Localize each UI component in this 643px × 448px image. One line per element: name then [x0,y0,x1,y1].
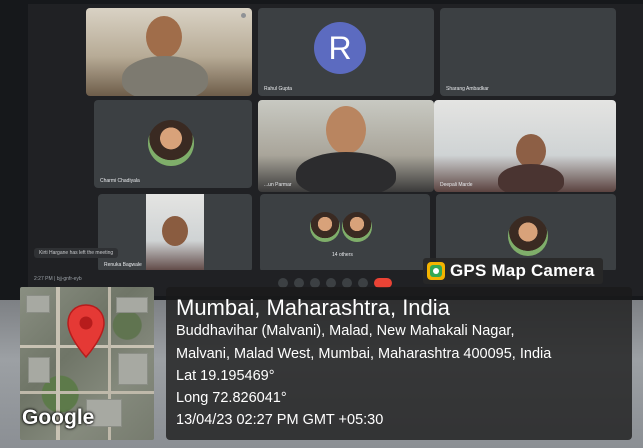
app-badge: GPS Map Camera [423,258,603,284]
google-logo: Google [22,406,95,429]
participant-name: Rahul Gupta [264,86,293,92]
avatar: R [314,22,366,74]
participant-name: Sharang Ambadkar [446,86,489,92]
meeting-screen: R Rahul Gupta Sharang Ambadkar Charmi Ch… [28,4,643,296]
avatar [508,216,548,256]
participant-name: Renuka Bagwale [104,262,142,268]
latitude: Lat 19.195469° [176,368,275,384]
participant-tile: Renuka Bagwale [98,194,252,272]
map-thumbnail: Google [20,287,154,440]
participant-count: 14 others [332,252,353,258]
location-panel: Mumbai, Maharashtra, India Buddhavihar (… [166,287,632,440]
monitor: R Rahul Gupta Sharang Ambadkar Charmi Ch… [0,0,643,300]
avatar [342,212,372,242]
participant-name: Charmi Chadiyala [100,178,140,184]
participant-tile: 14 others [260,194,430,272]
meeting-time: 2:27 PM | bjj-gnfr-eyb [34,276,82,282]
participant-name: Deepali Marde [440,182,473,188]
participant-tile [86,8,252,96]
map-pin-icon [67,304,105,359]
more-options-icon[interactable] [241,13,246,18]
datetime: 13/04/23 02:27 PM GMT +05:30 [176,412,384,428]
location-title: Mumbai, Maharashtra, India [176,295,450,320]
participant-tile: Deepali Marde [434,100,616,192]
avatar [310,212,340,242]
participant-name: ...un Parmar [264,182,292,188]
participant-tile: Charmi Chadiyala [94,100,252,188]
avatar [148,120,194,166]
participant-video [146,194,204,272]
participant-tile: Sharang Ambadkar [440,8,616,96]
gps-map-camera-icon [427,262,445,280]
address-line: Malvani, Malad West, Mumbai, Maharashtra… [176,346,552,362]
address-line: Buddhavihar (Malvani), Malad, New Mahaka… [176,323,515,339]
app-badge-label: GPS Map Camera [450,261,595,280]
longitude: Long 72.826041° [176,390,287,406]
toast-notification: Kirti Hargane has left the meeting [34,248,119,258]
participant-tile: ...un Parmar [258,100,434,192]
participant-tile: R Rahul Gupta [258,8,434,96]
